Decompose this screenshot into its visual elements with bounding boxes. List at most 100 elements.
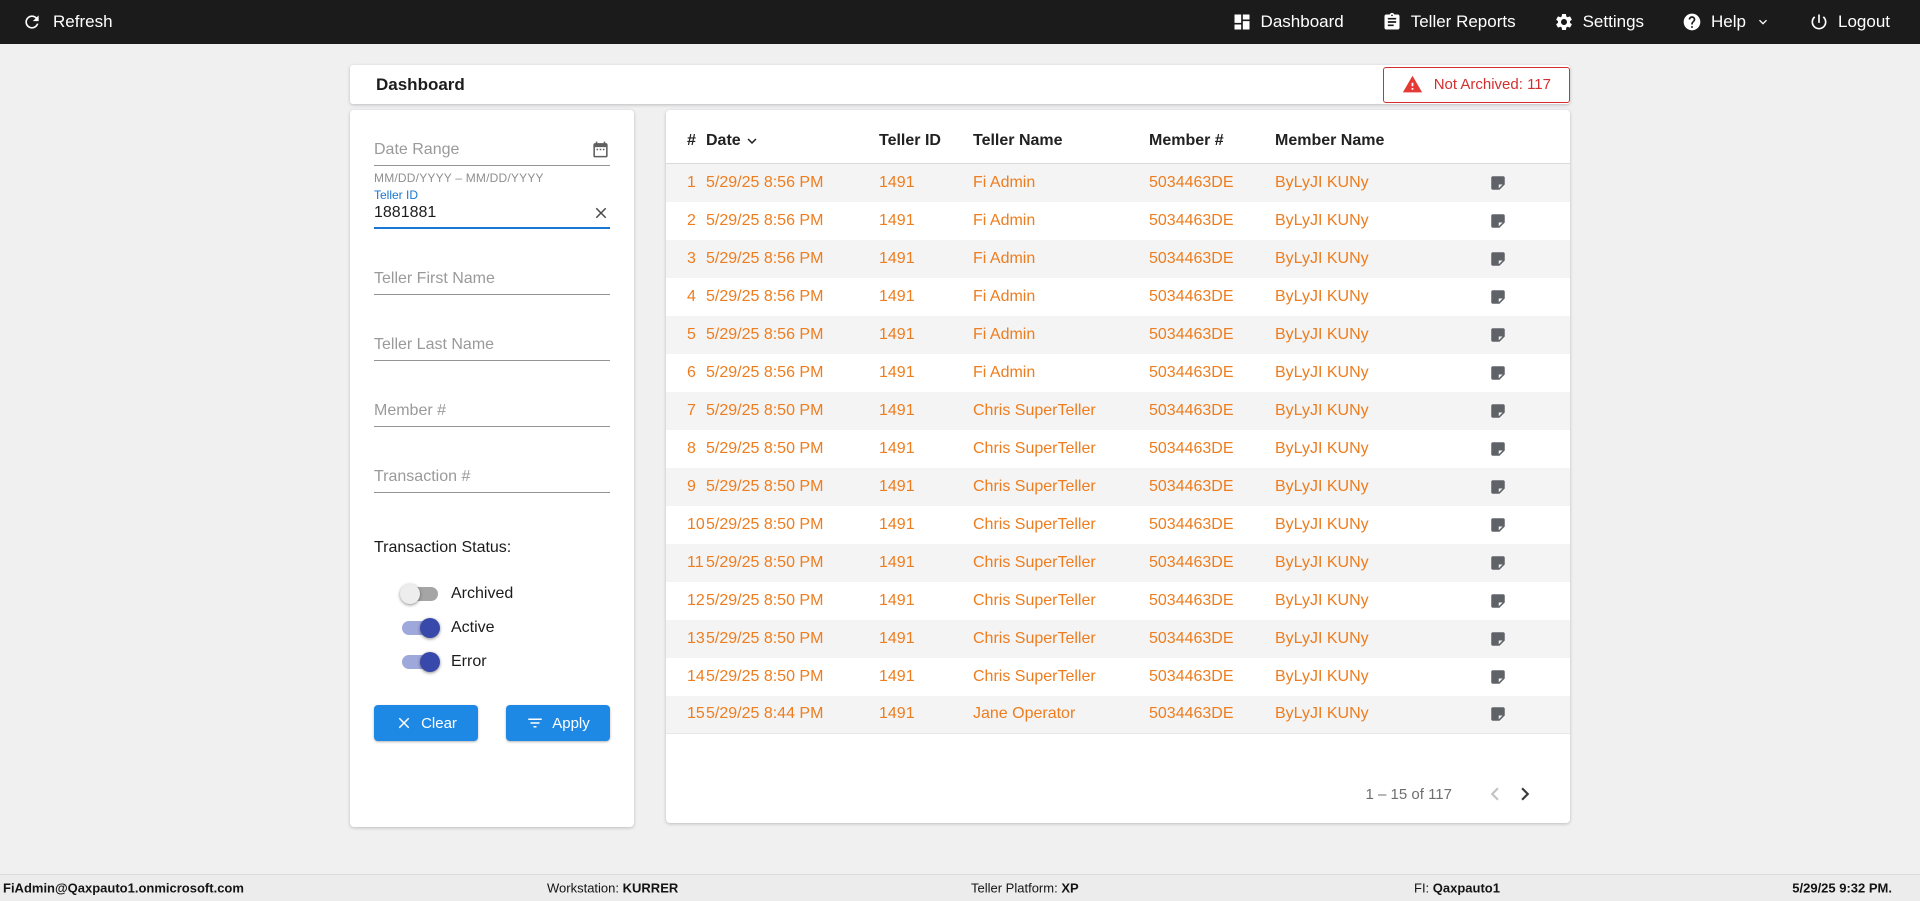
- apply-button[interactable]: Apply: [506, 705, 610, 741]
- note-icon[interactable]: [1489, 478, 1570, 496]
- nav-settings-label: Settings: [1582, 12, 1645, 31]
- cell-date: 5/29/25 8:50 PM: [706, 477, 824, 495]
- cell-num: 3: [687, 249, 696, 267]
- cell-teller-id: 1491: [879, 249, 915, 267]
- cell-note: [1471, 620, 1570, 658]
- cell-member-num: 5034463DE: [1149, 553, 1234, 571]
- cell-member-name: ByLyJI KUNy: [1275, 249, 1369, 267]
- filter-icon: [526, 714, 544, 732]
- note-icon[interactable]: [1489, 288, 1570, 306]
- table-row[interactable]: 9 5/29/25 8:50 PM 1491 Chris SuperTeller…: [666, 467, 1570, 506]
- clear-button[interactable]: Clear: [374, 705, 478, 741]
- table-row[interactable]: 3 5/29/25 8:56 PM 1491 Fi Admin 5034463D…: [666, 239, 1570, 278]
- cell-teller-name: Jane Operator: [973, 695, 1149, 734]
- date-range-input[interactable]: [374, 140, 591, 159]
- table-row[interactable]: 10 5/29/25 8:50 PM 1491 Chris SuperTelle…: [666, 506, 1570, 544]
- note-icon[interactable]: [1489, 705, 1570, 723]
- col-teller-id[interactable]: Teller ID: [879, 126, 973, 164]
- pagination: 1 – 15 of 117: [1366, 779, 1540, 809]
- toggle-error[interactable]: Error: [402, 645, 610, 679]
- teller-last-name-input[interactable]: [374, 336, 610, 354]
- cell-num: 8: [687, 439, 696, 457]
- table-row[interactable]: 6 5/29/25 8:56 PM 1491 Fi Admin 5034463D…: [666, 354, 1570, 392]
- platform-label: Teller Platform:: [971, 880, 1058, 896]
- cell-teller-name: Fi Admin: [973, 287, 1036, 305]
- chevron-down-icon: [1755, 14, 1771, 30]
- statusbar-platform: Teller Platform: XP: [971, 881, 1079, 896]
- col-member-name[interactable]: Member Name: [1275, 126, 1471, 164]
- not-archived-badge[interactable]: Not Archived: 117: [1382, 66, 1570, 103]
- refresh-button[interactable]: Refresh: [22, 12, 113, 32]
- col-date[interactable]: Date: [706, 126, 879, 164]
- cell-member-num: 5034463DE: [1149, 629, 1234, 647]
- note-icon[interactable]: [1489, 592, 1570, 610]
- cell-member-num: 5034463DE: [1149, 249, 1234, 267]
- note-icon[interactable]: [1489, 630, 1570, 648]
- note-icon[interactable]: [1489, 668, 1570, 686]
- nav-teller-reports-label: Teller Reports: [1410, 12, 1516, 31]
- table-row[interactable]: 11 5/29/25 8:50 PM 1491 Chris SuperTelle…: [666, 543, 1570, 582]
- table-row[interactable]: 7 5/29/25 8:50 PM 1491 Chris SuperTeller…: [666, 391, 1570, 430]
- member-number-input[interactable]: [374, 402, 610, 420]
- active-toggle-switch[interactable]: [402, 618, 440, 638]
- table-row[interactable]: 13 5/29/25 8:50 PM 1491 Chris SuperTelle…: [666, 619, 1570, 658]
- col-teller-name[interactable]: Teller Name: [973, 126, 1149, 164]
- clear-teller-id-icon[interactable]: [592, 204, 610, 222]
- note-icon[interactable]: [1489, 516, 1570, 534]
- col-num: #: [666, 126, 706, 164]
- table-row[interactable]: 5 5/29/25 8:56 PM 1491 Fi Admin 5034463D…: [666, 315, 1570, 354]
- note-icon[interactable]: [1489, 402, 1570, 420]
- nav-help[interactable]: Help: [1682, 12, 1771, 32]
- teller-id-input[interactable]: [374, 204, 592, 222]
- cell-note: [1471, 468, 1570, 506]
- cell-teller-id: 1491: [879, 439, 915, 457]
- table-header-row: # Date Teller ID Teller Name Member # Me…: [666, 126, 1570, 164]
- cell-note: [1471, 695, 1570, 734]
- note-icon[interactable]: [1489, 326, 1570, 344]
- note-icon[interactable]: [1489, 554, 1570, 572]
- transaction-number-input[interactable]: [374, 468, 610, 486]
- table-row[interactable]: 12 5/29/25 8:50 PM 1491 Chris SuperTelle…: [666, 582, 1570, 620]
- cell-date: 5/29/25 8:50 PM: [706, 515, 824, 533]
- table-row[interactable]: 1 5/29/25 8:56 PM 1491 Fi Admin 5034463D…: [666, 163, 1570, 202]
- clear-icon: [395, 714, 413, 732]
- toggle-active-label: Active: [451, 619, 495, 636]
- cell-teller-id: 1491: [879, 287, 915, 305]
- table-row[interactable]: 4 5/29/25 8:56 PM 1491 Fi Admin 5034463D…: [666, 278, 1570, 316]
- cell-date: 5/29/25 8:56 PM: [706, 249, 824, 267]
- cell-date: 5/29/25 8:50 PM: [706, 629, 824, 647]
- fi-label: FI:: [1414, 880, 1430, 896]
- next-page-button[interactable]: [1510, 779, 1540, 809]
- table-row[interactable]: 8 5/29/25 8:50 PM 1491 Chris SuperTeller…: [666, 430, 1570, 468]
- prev-page-button[interactable]: [1480, 779, 1510, 809]
- nav-logout[interactable]: Logout: [1809, 12, 1890, 32]
- nav-dashboard[interactable]: Dashboard: [1232, 12, 1344, 32]
- cell-teller-name: Chris SuperTeller: [973, 439, 1096, 457]
- cell-date: 5/29/25 8:50 PM: [706, 667, 824, 685]
- cell-date: 5/29/25 8:50 PM: [706, 439, 824, 457]
- cell-teller-id: 1491: [879, 211, 915, 229]
- fi-value: Qaxpauto1: [1432, 880, 1500, 896]
- table-row[interactable]: 2 5/29/25 8:56 PM 1491 Fi Admin 5034463D…: [666, 202, 1570, 240]
- table-row[interactable]: 15 5/29/25 8:44 PM 1491 Jane Operator 50…: [666, 695, 1570, 734]
- toggle-active[interactable]: Active: [402, 611, 610, 645]
- cell-num: 6: [687, 363, 696, 381]
- dashboard-icon: [1232, 12, 1252, 32]
- cell-member-name: ByLyJI KUNy: [1275, 553, 1369, 571]
- table-row[interactable]: 14 5/29/25 8:50 PM 1491 Chris SuperTelle…: [666, 658, 1570, 696]
- note-icon[interactable]: [1489, 364, 1570, 382]
- toggle-archived[interactable]: Archived: [400, 577, 610, 611]
- nav-settings[interactable]: Settings: [1554, 12, 1644, 32]
- calendar-icon[interactable]: [591, 140, 610, 159]
- cell-date: 5/29/25 8:56 PM: [706, 363, 824, 381]
- note-icon[interactable]: [1489, 440, 1570, 458]
- note-icon[interactable]: [1489, 174, 1570, 192]
- note-icon[interactable]: [1489, 212, 1570, 230]
- cell-teller-name: Chris SuperTeller: [973, 591, 1096, 609]
- teller-first-name-input[interactable]: [374, 270, 610, 288]
- nav-teller-reports[interactable]: Teller Reports: [1382, 12, 1516, 32]
- note-icon[interactable]: [1489, 250, 1570, 268]
- archived-toggle-switch[interactable]: [400, 584, 438, 604]
- error-toggle-switch[interactable]: [402, 652, 440, 672]
- col-member-num[interactable]: Member #: [1149, 126, 1275, 164]
